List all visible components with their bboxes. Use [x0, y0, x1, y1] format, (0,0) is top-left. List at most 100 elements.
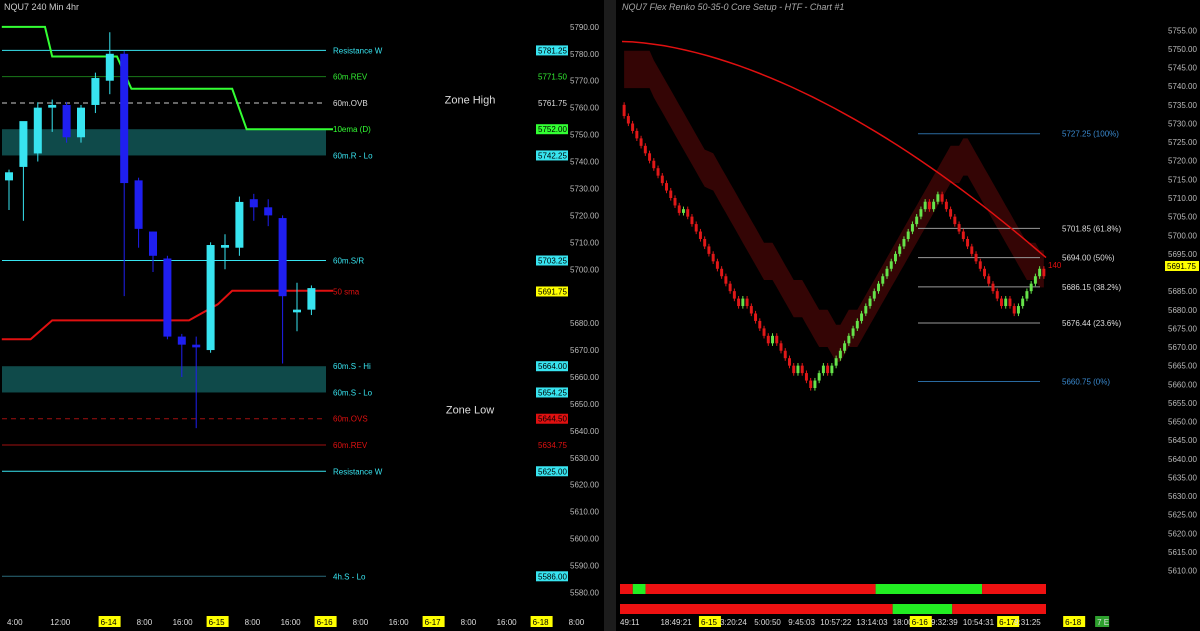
level-name: 60m.S/R — [333, 257, 364, 266]
cloud-band — [624, 50, 1044, 362]
y-tick-label: 5580.00 — [570, 588, 599, 597]
renko-brick — [995, 291, 999, 299]
renko-brick — [690, 216, 694, 225]
x-tick-label: 3:20:24 — [720, 618, 747, 627]
renko-brick — [809, 380, 813, 388]
renko-brick — [762, 328, 766, 336]
renko-brick — [639, 138, 643, 146]
renko-brick — [656, 168, 660, 176]
left-candlestick-chart[interactable]: 5790.00 5780.00 5770.00 5760.00 5750.00 5740.… — [0, 0, 604, 631]
renko-brick — [766, 335, 770, 344]
y-tick-label: 5665.00 — [1168, 362, 1197, 371]
indicator-segment — [875, 584, 983, 594]
x-tick-label: 49:11 — [620, 618, 640, 627]
renko-brick — [728, 283, 732, 292]
y-tick-label: 5670.00 — [570, 346, 599, 355]
level-price: 5644.50 — [538, 415, 567, 424]
zone-label: Zone Low — [446, 404, 494, 416]
candle-body — [105, 53, 114, 81]
right-chart-panel[interactable]: 5755.00 5750.00 5745.00 5740.00 5735.00 5730.… — [616, 0, 1200, 631]
y-tick-label: 5600.00 — [570, 535, 599, 544]
renko-brick — [944, 201, 948, 210]
renko-brick — [1042, 268, 1046, 277]
level-price: 5664.00 — [538, 362, 567, 371]
level-name: Resistance W — [333, 46, 383, 55]
fib-label: 5676.44 (23.6%) — [1062, 319, 1121, 328]
y-tick-label: 5755.00 — [1168, 26, 1197, 35]
indicator-segment — [620, 604, 893, 614]
y-tick-label: 5685.00 — [1168, 287, 1197, 296]
renko-brick — [665, 183, 669, 191]
y-tick-label: 5635.00 — [1168, 473, 1197, 482]
candle-body — [264, 207, 273, 216]
fib-label: 5701.85 (61.8%) — [1062, 224, 1121, 233]
right-renko-chart[interactable]: 5755.00 5750.00 5745.00 5740.00 5735.00 5730.… — [616, 0, 1200, 631]
y-tick-label: 5750.00 — [1168, 45, 1197, 54]
y-tick-label: 5620.00 — [570, 481, 599, 490]
renko-brick — [927, 201, 931, 210]
renko-brick — [771, 335, 775, 344]
y-tick-label: 5660.00 — [570, 373, 599, 382]
indicator-segment — [892, 604, 953, 614]
y-tick-label: 5615.00 — [1168, 548, 1197, 557]
y-tick-label: 5710.00 — [1168, 194, 1197, 203]
renko-brick — [949, 209, 953, 217]
candle-body — [5, 172, 13, 181]
y-tick-label: 5710.00 — [570, 238, 599, 247]
renko-brick — [906, 231, 910, 239]
y-tick-label: 5620.00 — [1168, 529, 1197, 538]
renko-brick — [1029, 283, 1033, 292]
y-tick-label: 5740.00 — [570, 158, 599, 167]
renko-brick — [987, 276, 991, 284]
renko-brick — [783, 350, 787, 359]
level-name: 60m.S - Lo — [333, 388, 373, 397]
x-tick-label: 7 E — [1097, 618, 1109, 627]
x-tick-label: 12:00 — [50, 618, 71, 627]
level-name: 50 sma — [333, 287, 360, 296]
x-tick-label: 8:00 — [137, 618, 153, 627]
x-tick-label: 9:45:03 — [788, 618, 815, 627]
candle-body — [62, 104, 71, 138]
candle-body — [235, 201, 244, 248]
renko-brick — [1012, 306, 1016, 314]
y-tick-label: 5705.00 — [1168, 213, 1197, 222]
candle-body — [163, 258, 172, 337]
y-tick-label: 5650.00 — [570, 400, 599, 409]
left-chart-panel[interactable]: 5790.00 5780.00 5770.00 5760.00 5750.00 5740.… — [0, 0, 604, 631]
y-tick-label: 5780.00 — [570, 50, 599, 59]
renko-brick — [1025, 291, 1029, 299]
candle-body — [249, 199, 258, 208]
renko-brick — [677, 205, 681, 213]
y-tick-label: 5640.00 — [1168, 455, 1197, 464]
y-tick-label: 5640.00 — [570, 427, 599, 436]
renko-brick — [754, 313, 758, 321]
x-tick-label: 9:32:39 — [931, 618, 958, 627]
y-tick-label: 5660.00 — [1168, 380, 1197, 389]
x-tick-label: 6-15 — [209, 618, 226, 627]
renko-brick — [936, 194, 940, 202]
x-tick-label: 10:57:22 — [820, 618, 852, 627]
level-price: 5781.25 — [538, 46, 567, 55]
renko-brick — [1021, 298, 1025, 307]
level-name: 60m.REV — [333, 441, 368, 450]
renko-brick — [838, 350, 842, 359]
renko-brick — [983, 268, 987, 277]
renko-brick — [1038, 268, 1042, 277]
renko-brick — [745, 298, 749, 307]
x-tick-label: 6-16 — [912, 618, 929, 627]
renko-brick — [703, 238, 707, 247]
renko-brick — [826, 365, 830, 374]
x-tick-label: 8:00 — [461, 618, 477, 627]
renko-brick — [872, 291, 876, 299]
renko-brick — [868, 298, 872, 307]
x-tick-label: 18:49:21 — [660, 618, 692, 627]
candle-body — [192, 344, 201, 348]
panel-divider[interactable] — [604, 0, 616, 631]
renko-brick — [643, 145, 647, 154]
y-tick-label: 5610.00 — [570, 508, 599, 517]
y-tick-label: 5735.00 — [1168, 101, 1197, 110]
renko-brick — [910, 224, 914, 232]
y-tick-label: 5730.00 — [570, 184, 599, 193]
renko-brick — [626, 116, 630, 124]
renko-brick — [775, 335, 779, 344]
